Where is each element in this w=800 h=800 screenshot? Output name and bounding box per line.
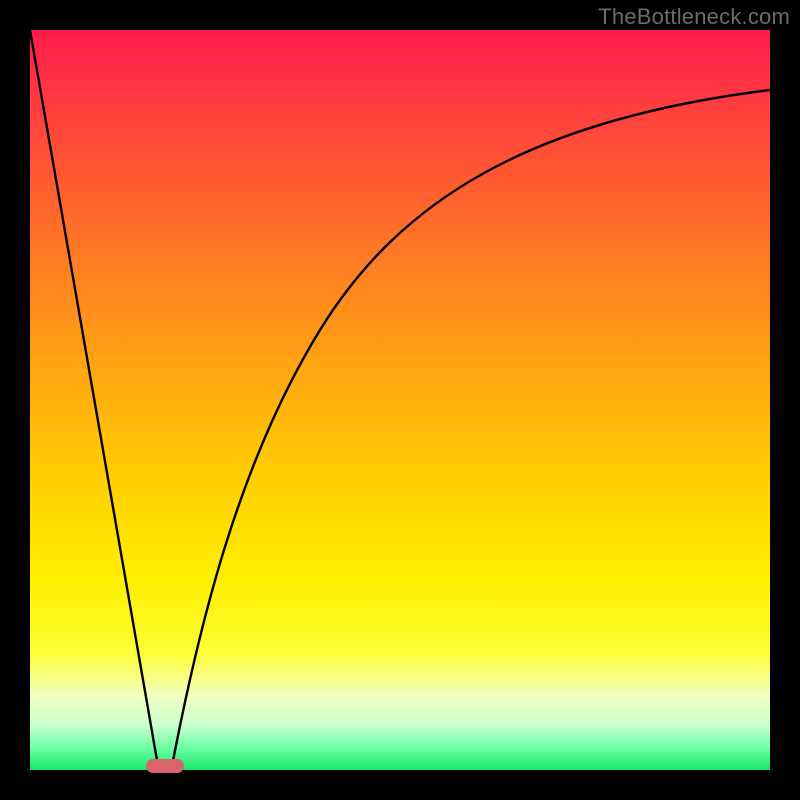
plot-area [30,30,770,770]
curve-left-branch [30,30,158,766]
curve-right-branch [172,90,770,766]
watermark-text: TheBottleneck.com [598,4,790,30]
bottleneck-curve [30,30,770,770]
optimal-marker [146,759,184,773]
chart-frame: TheBottleneck.com [0,0,800,800]
